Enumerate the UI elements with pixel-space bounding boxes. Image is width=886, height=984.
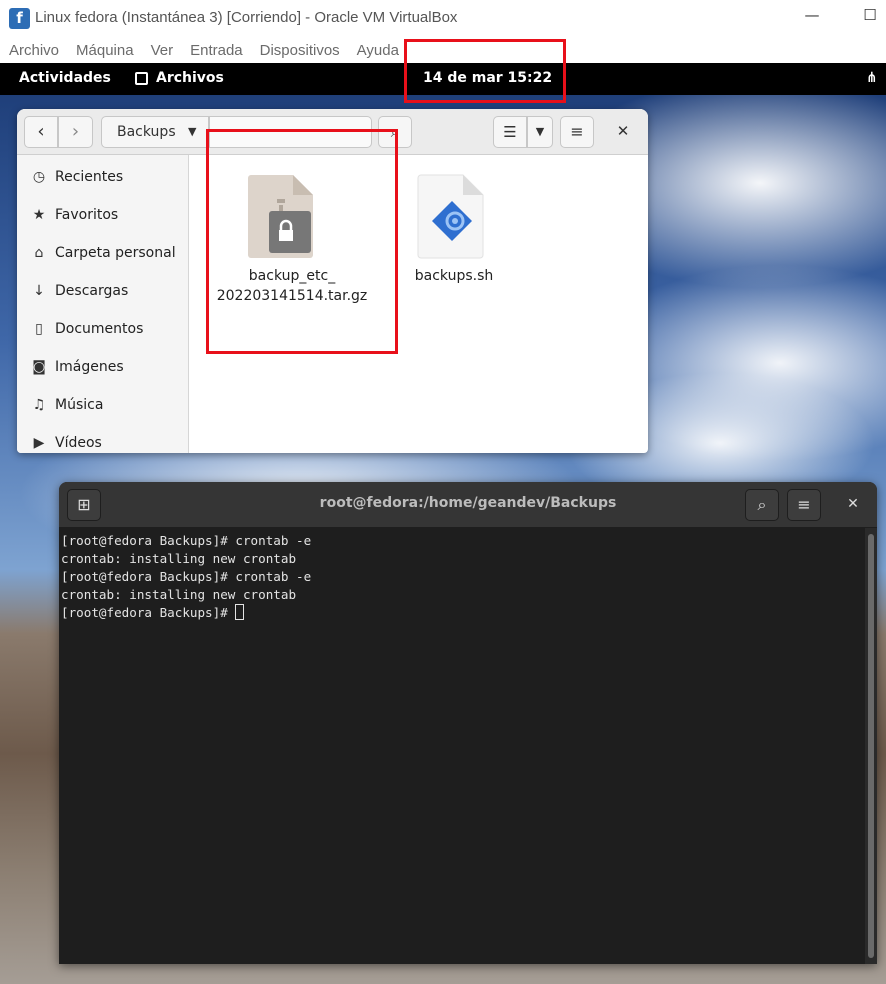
home-icon: ⌂: [34, 245, 44, 261]
script-icon: [417, 174, 484, 259]
sidebar-item-label: Recientes: [55, 169, 124, 185]
close-button[interactable]: ✕: [613, 122, 633, 142]
terminal-scrollbar[interactable]: [865, 528, 877, 964]
chevron-down-icon: ▼: [535, 125, 545, 138]
terminal-line: [root@fedora Backups]# crontab -e: [61, 533, 312, 548]
sidebar-item-descargas[interactable]: ↓ Descargas: [31, 279, 128, 303]
files-headerbar: ‹ › Backups ▼ ⌕ ☰ ▼ ≡ ✕: [17, 109, 648, 155]
file-name-script: backups.sh: [414, 268, 494, 284]
sidebar-item-label: Música: [55, 397, 104, 413]
terminal-window: ⊞ root@fedora:/home/geandev/Backups ⌕ ≡ …: [59, 482, 877, 964]
music-icon: ♫: [32, 397, 46, 413]
main-menu-button[interactable]: ≡: [560, 116, 594, 148]
star-icon: ★: [32, 207, 46, 223]
document-icon: ▯: [35, 321, 43, 337]
app-menu-label: Archivos: [156, 70, 224, 86]
sidebar-item-recientes[interactable]: ◷ Recientes: [31, 165, 123, 189]
clock-icon: ◷: [32, 169, 46, 185]
list-view-icon: ☰: [503, 123, 517, 141]
terminal-menu-button[interactable]: ≡: [787, 489, 821, 521]
sidebar-item-label: Imágenes: [55, 359, 124, 375]
terminal-scrollbar-thumb[interactable]: [868, 534, 874, 958]
hamburger-menu-icon: ≡: [570, 122, 584, 141]
files-sidebar: ◷ Recientes ★ Favoritos ⌂ Carpeta person…: [17, 155, 189, 453]
menu-maquina[interactable]: Máquina: [76, 42, 134, 59]
sidebar-item-label: Vídeos: [55, 435, 102, 451]
files-window: ‹ › Backups ▼ ⌕ ☰ ▼ ≡ ✕ ◷ Recientes ★ Fa…: [17, 109, 648, 453]
menu-dispositivos[interactable]: Dispositivos: [260, 42, 340, 59]
terminal-prompt-line: [root@fedora Backups]#: [61, 604, 865, 622]
menu-ver[interactable]: Ver: [151, 42, 174, 59]
path-bar-empty: [209, 116, 372, 148]
terminal-close-button[interactable]: ✕: [843, 496, 863, 516]
maximize-button[interactable]: ☐: [858, 6, 882, 30]
archive-lock-icon: [248, 175, 313, 258]
sidebar-item-imagenes[interactable]: ◙ Imágenes: [31, 355, 124, 379]
forward-button[interactable]: ›: [58, 116, 93, 148]
chevron-down-icon: ▼: [188, 125, 197, 138]
sidebar-item-label: Favoritos: [55, 207, 119, 223]
sidebar-item-videos[interactable]: ▶ Vídeos: [31, 431, 102, 453]
virtualbox-app-icon: f: [9, 8, 30, 29]
terminal-line: [root@fedora Backups]# crontab -e: [61, 569, 312, 584]
file-name-line2: 202203141514.tar.gz: [216, 288, 368, 304]
menu-archivo[interactable]: Archivo: [9, 42, 59, 59]
hamburger-menu-icon: ≡: [797, 495, 811, 514]
menu-ayuda[interactable]: Ayuda: [357, 42, 399, 59]
terminal-prompt: [root@fedora Backups]#: [61, 605, 236, 620]
terminal-line: crontab: installing new crontab: [61, 551, 297, 566]
sidebar-item-label: Descargas: [55, 283, 129, 299]
sidebar-item-carpeta-personal[interactable]: ⌂ Carpeta personal: [31, 241, 176, 265]
clock[interactable]: 14 de mar 15:22: [423, 70, 552, 86]
download-icon: ↓: [33, 283, 45, 299]
search-icon: ⌕: [390, 123, 400, 141]
terminal-headerbar: ⊞ root@fedora:/home/geandev/Backups ⌕ ≡ …: [59, 482, 877, 528]
window-title: Linux fedora (Instantánea 3) [Corriendo]…: [35, 9, 458, 26]
list-view-button[interactable]: ☰: [493, 116, 527, 148]
terminal-cursor: [235, 604, 245, 620]
terminal-line: crontab: installing new crontab: [61, 587, 297, 602]
search-icon: ⌕: [757, 495, 767, 514]
vbox-menu-bar: Archivo Máquina Ver Entrada Dispositivos…: [0, 37, 886, 63]
menu-entrada[interactable]: Entrada: [190, 42, 243, 59]
file-name-archive: backup_etc_ 202203141514.tar.gz: [207, 266, 377, 306]
terminal-search-button[interactable]: ⌕: [745, 489, 779, 521]
sidebar-item-favoritos[interactable]: ★ Favoritos: [31, 203, 118, 227]
sidebar-item-label: Documentos: [55, 321, 144, 337]
sidebar-item-musica[interactable]: ♫ Música: [31, 393, 104, 417]
terminal-output[interactable]: [root@fedora Backups]# crontab -e cronta…: [59, 528, 865, 964]
file-item-script[interactable]: backups.sh: [399, 171, 509, 291]
search-button[interactable]: ⌕: [378, 116, 412, 148]
view-options-button[interactable]: ▼: [527, 116, 553, 148]
file-name-line1: backup_etc_: [248, 268, 336, 284]
path-bar-backups[interactable]: Backups ▼: [101, 116, 209, 148]
path-label: Backups: [117, 124, 176, 140]
back-button[interactable]: ‹: [24, 116, 58, 148]
network-icon[interactable]: ⋔: [866, 70, 878, 86]
minimize-button[interactable]: —: [800, 6, 824, 30]
video-icon: ▶: [33, 435, 45, 451]
file-item-archive[interactable]: backup_etc_ 202203141514.tar.gz: [207, 171, 377, 311]
sidebar-item-label: Carpeta personal: [55, 245, 176, 261]
vbox-title-bar: f Linux fedora (Instantánea 3) [Corriend…: [0, 0, 886, 37]
sidebar-item-documentos[interactable]: ▯ Documentos: [31, 317, 143, 341]
app-menu-button[interactable]: Archivos: [135, 70, 224, 86]
activities-button[interactable]: Actividades: [19, 70, 111, 86]
files-app-icon: [135, 71, 148, 85]
camera-icon: ◙: [32, 359, 46, 375]
gnome-top-bar: Actividades Archivos 14 de mar 15:22 ⋔: [0, 63, 886, 95]
